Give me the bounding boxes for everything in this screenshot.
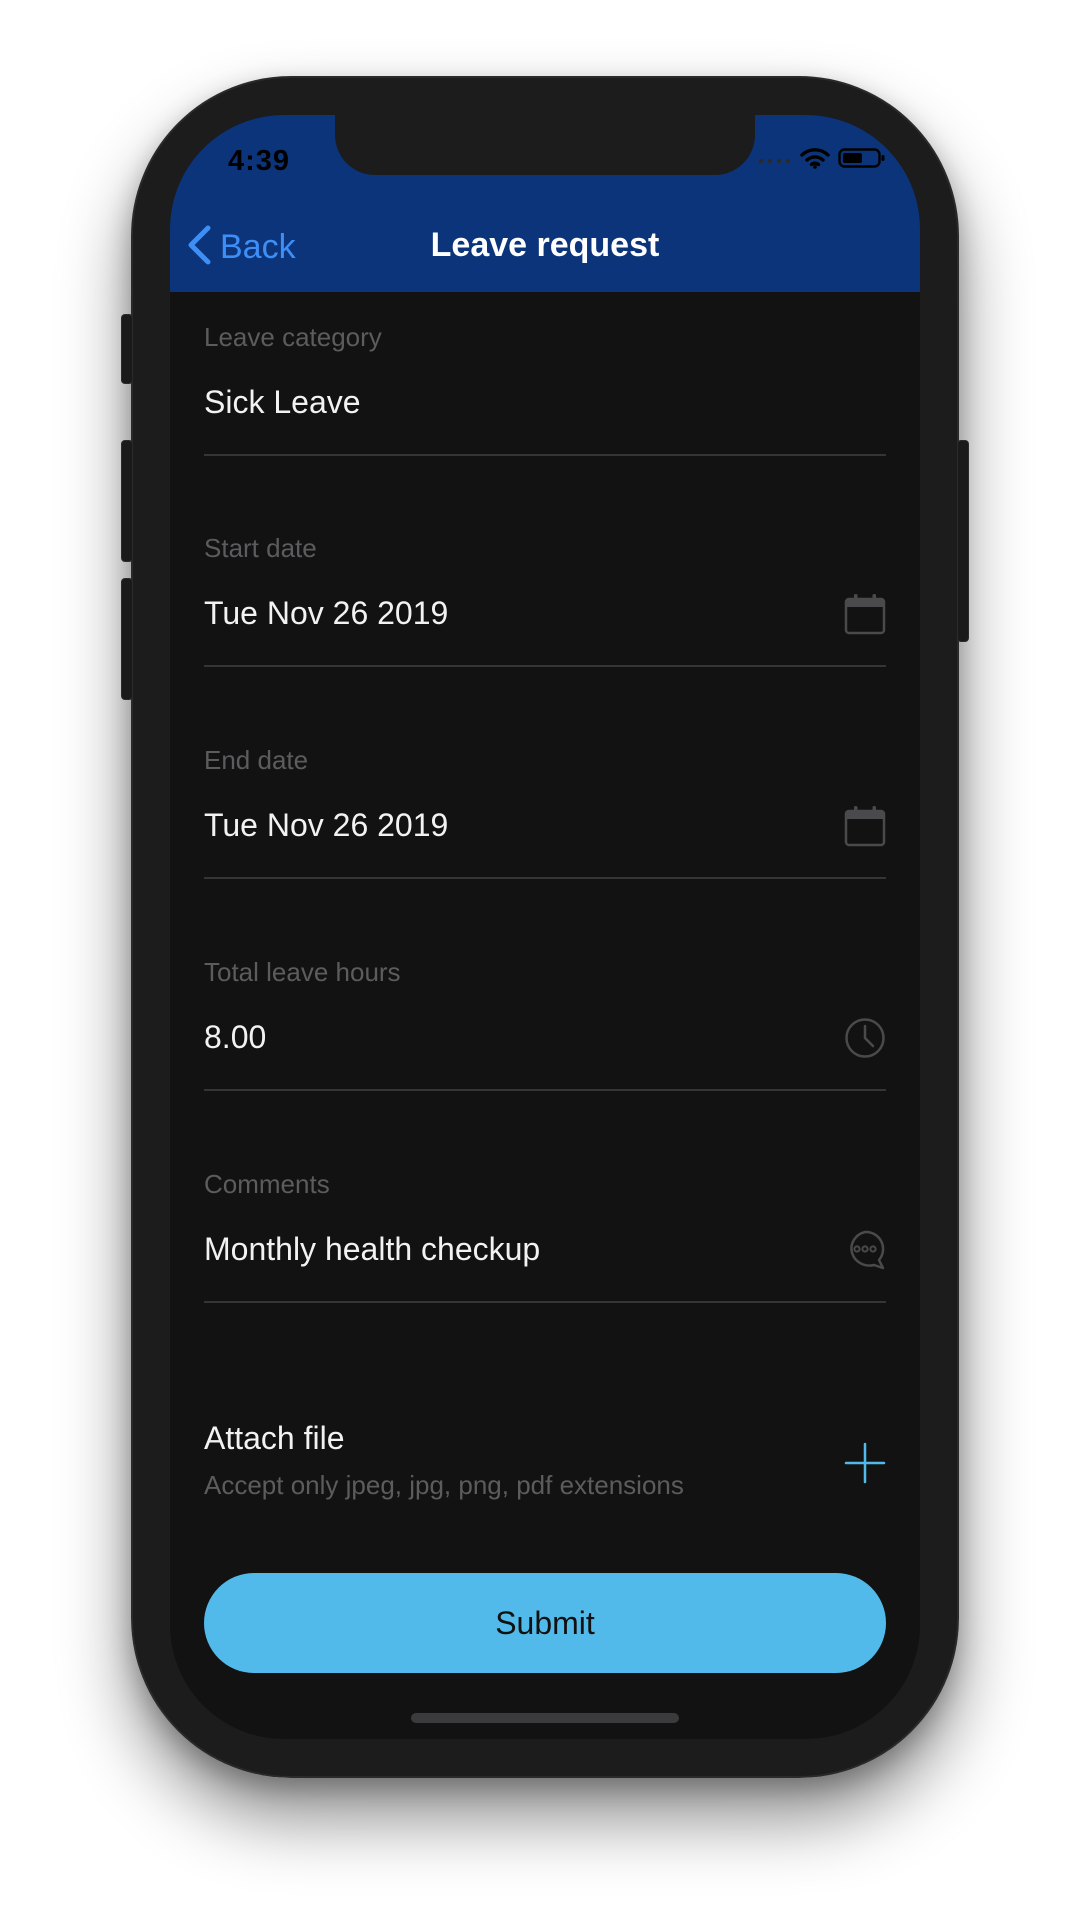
chat-bubble-icon[interactable] <box>844 1229 886 1271</box>
start-date-field[interactable]: Start date Tue Nov 26 2019 <box>204 533 886 693</box>
wifi-icon <box>800 147 830 174</box>
leave-category-label: Leave category <box>204 322 382 352</box>
power-button <box>957 440 969 642</box>
total-leave-hours-value: 8.00 <box>204 1019 267 1055</box>
leave-category-value: Sick Leave <box>204 384 361 420</box>
attach-file-subtitle: Accept only jpeg, jpg, png, pdf extensio… <box>204 1470 684 1500</box>
page-title: Leave request <box>430 226 660 264</box>
volume-up-button <box>121 440 133 562</box>
divider <box>204 1089 886 1091</box>
total-leave-hours-label: Total leave hours <box>204 957 401 987</box>
attach-file-row[interactable]: Attach file Accept only jpeg, jpg, png, … <box>204 1420 886 1510</box>
comments-field[interactable]: Comments Monthly health checkup <box>204 1169 886 1329</box>
end-date-value: Tue Nov 26 2019 <box>204 807 449 843</box>
attach-file-title: Attach file <box>204 1420 345 1456</box>
phone-screen: 4:39 Back Leave request Leave category S… <box>170 115 920 1739</box>
end-date-field[interactable]: End date Tue Nov 26 2019 <box>204 745 886 905</box>
calendar-icon[interactable] <box>844 593 886 635</box>
divider <box>204 1301 886 1303</box>
volume-down-button <box>121 578 133 700</box>
navigation-bar: 4:39 Back Leave request <box>170 115 920 292</box>
divider <box>204 454 886 456</box>
notch <box>335 115 755 175</box>
signal-dots-icon <box>758 151 792 169</box>
mute-switch <box>121 314 133 384</box>
comments-label: Comments <box>204 1169 330 1199</box>
start-date-value: Tue Nov 26 2019 <box>204 595 449 631</box>
plus-icon[interactable] <box>844 1442 886 1484</box>
total-leave-hours-field[interactable]: Total leave hours 8.00 <box>204 957 886 1117</box>
battery-icon <box>838 147 886 174</box>
calendar-icon[interactable] <box>844 805 886 847</box>
divider <box>204 665 886 667</box>
submit-button[interactable]: Submit <box>204 1573 886 1673</box>
start-date-label: Start date <box>204 533 317 563</box>
clock-icon[interactable] <box>844 1017 886 1059</box>
home-indicator <box>411 1713 679 1723</box>
status-time: 4:39 <box>228 145 291 177</box>
end-date-label: End date <box>204 745 309 775</box>
leave-category-field[interactable]: Leave category Sick Leave <box>204 322 886 482</box>
divider <box>204 877 886 879</box>
comments-value: Monthly health checkup <box>204 1231 541 1267</box>
status-icons <box>758 147 886 174</box>
